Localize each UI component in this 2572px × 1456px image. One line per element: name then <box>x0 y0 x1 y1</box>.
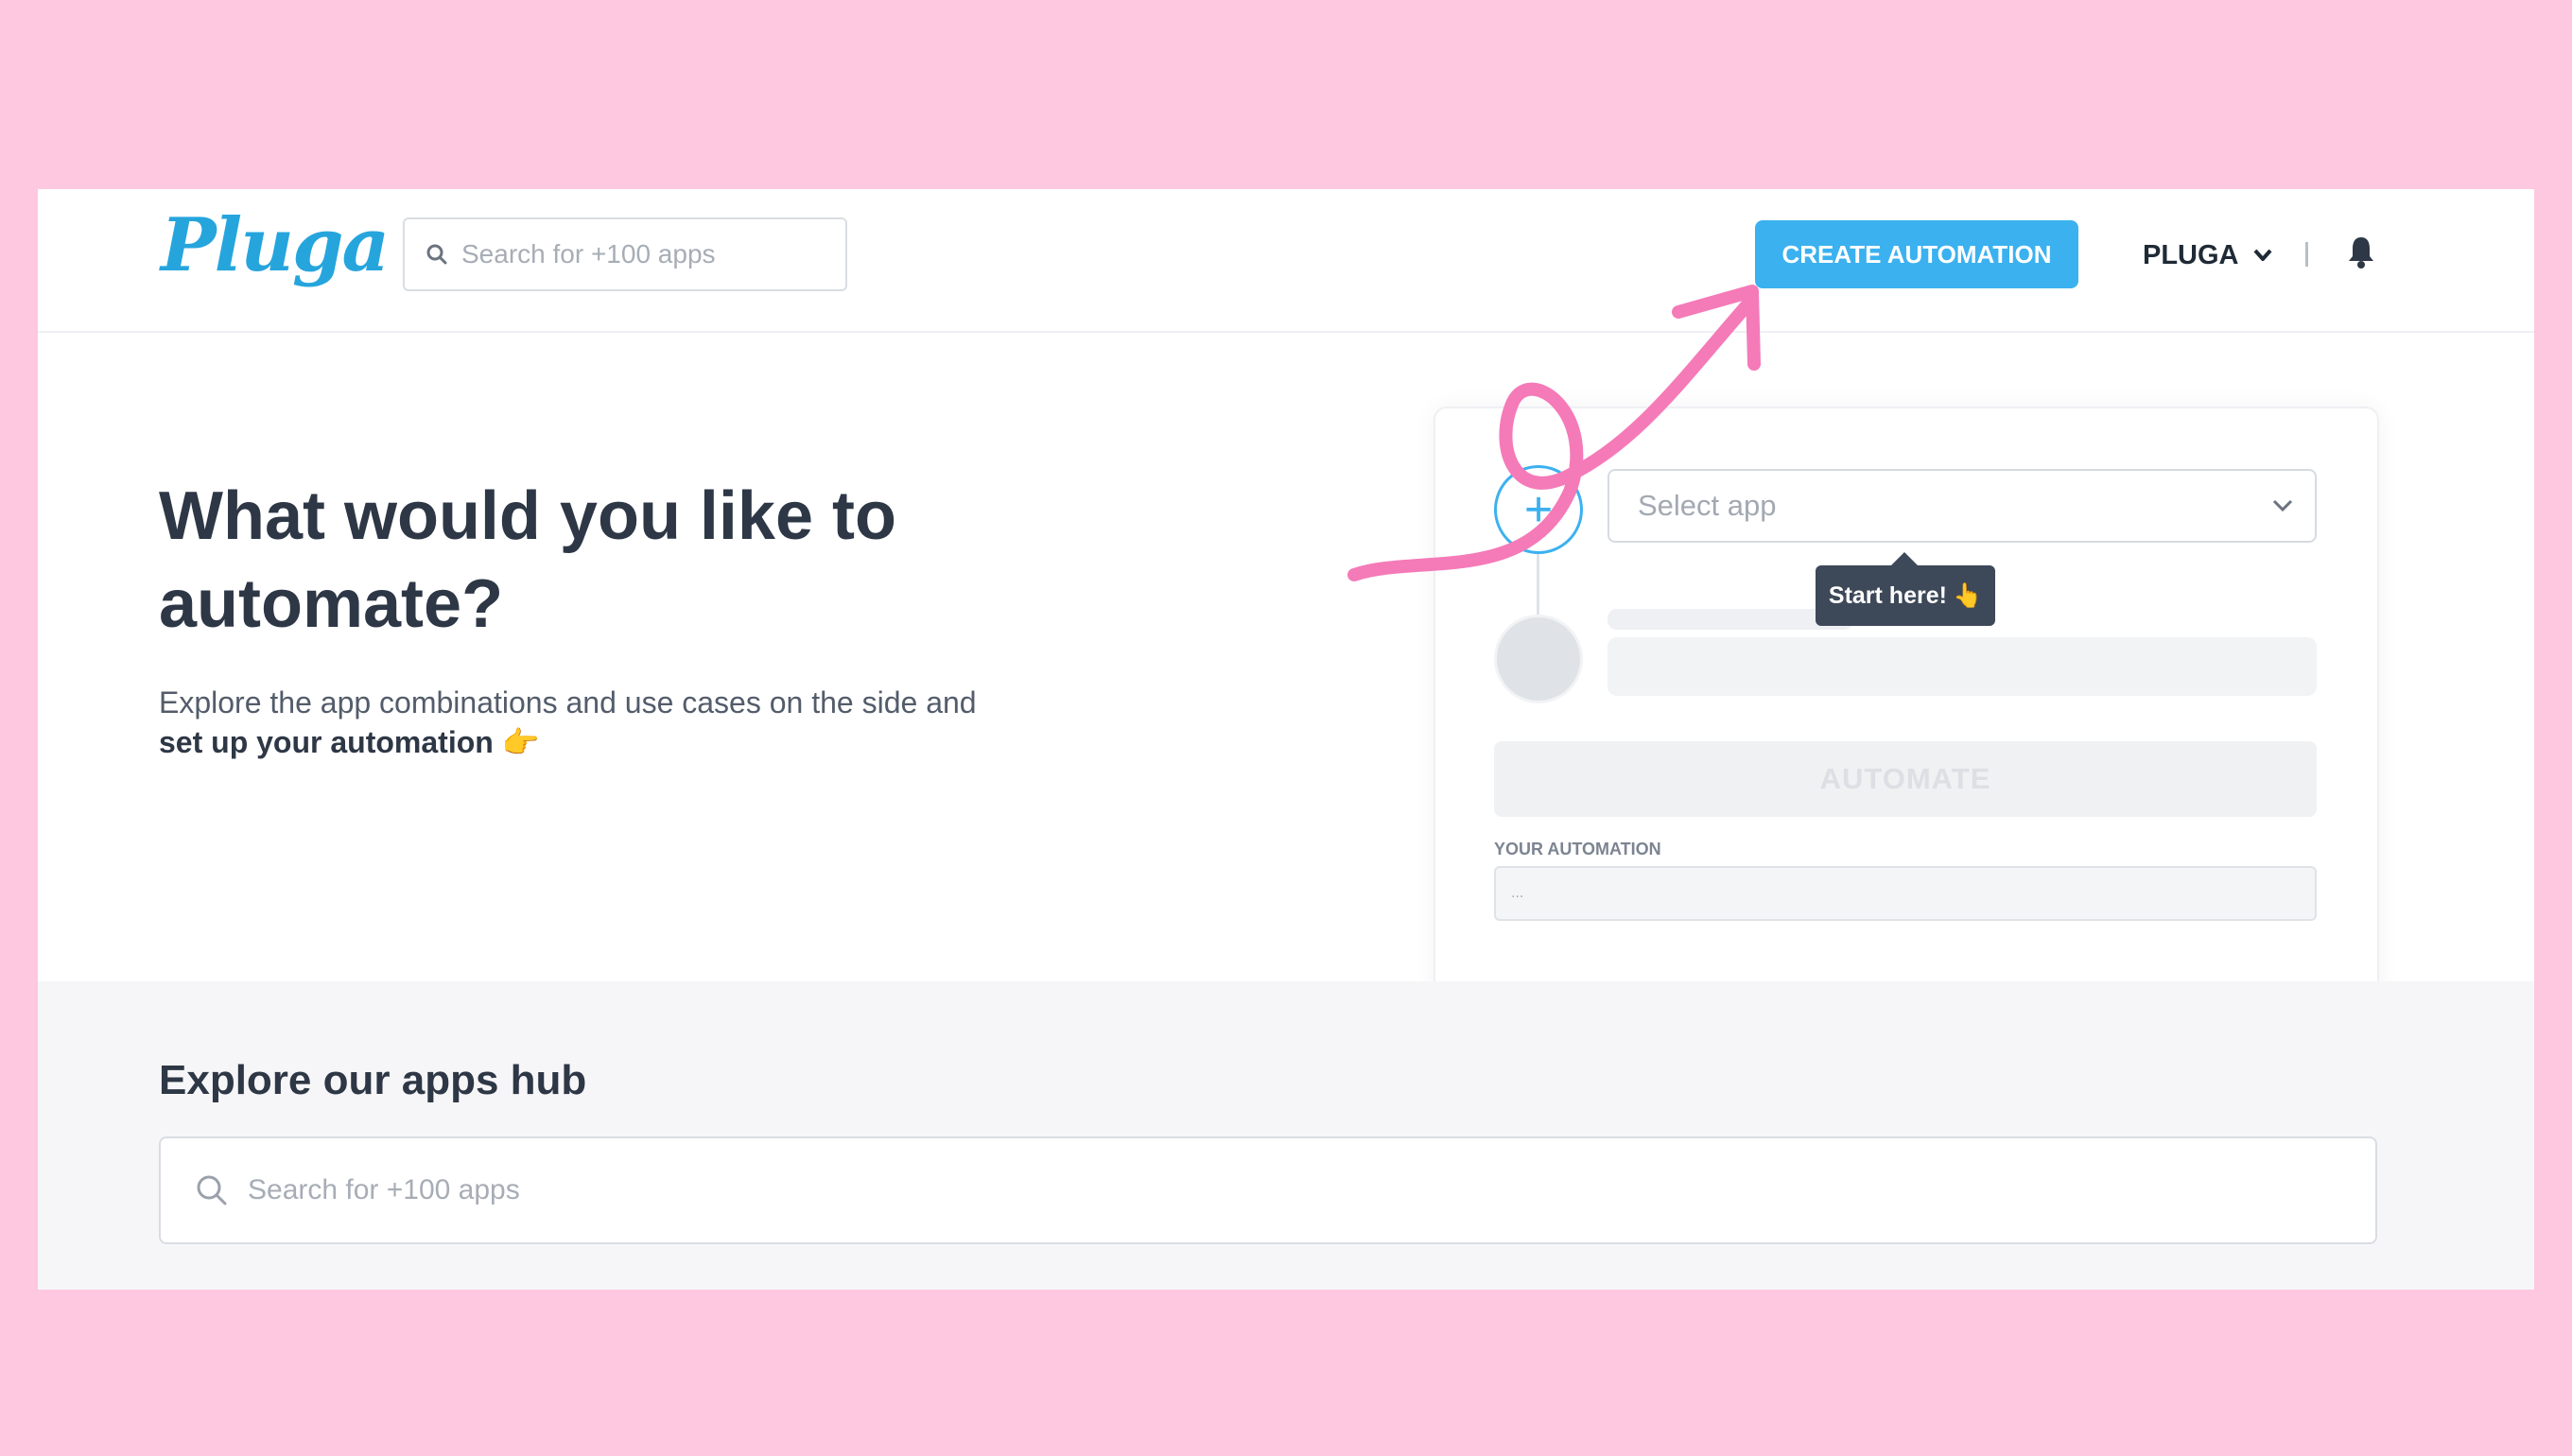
pointing-right-icon: 👉 <box>501 725 540 759</box>
pluga-logo[interactable]: Pluga <box>161 202 390 288</box>
create-automation-button[interactable]: CREATE AUTOMATION <box>1755 220 2078 288</box>
hero-description: Explore the app combinations and use cas… <box>159 683 1133 762</box>
app-window: Pluga Search for +100 apps CREATE AUTOMA… <box>38 189 2534 1290</box>
add-step-button[interactable]: + <box>1494 465 1583 554</box>
pointing-up-icon: 👆 <box>1952 581 1983 609</box>
chevron-down-icon <box>2253 249 2271 261</box>
apps-hub-search-input[interactable]: Search for +100 apps <box>159 1136 2377 1244</box>
chevron-down-icon <box>2272 499 2293 512</box>
search-icon <box>197 1175 227 1205</box>
select-app-dropdown[interactable]: Select app <box>1608 469 2317 543</box>
plus-icon: + <box>1523 482 1554 537</box>
your-automation-label: YOUR AUTOMATION <box>1494 840 1661 858</box>
search-icon <box>426 244 447 265</box>
hub-search-placeholder: Search for +100 apps <box>248 1174 520 1205</box>
tooltip-text: Start here! <box>1828 581 1947 609</box>
page-title: What would you like to automate? <box>159 478 896 642</box>
header-search-placeholder: Search for +100 apps <box>461 239 716 269</box>
select-app-placeholder: Select app <box>1638 489 1777 522</box>
top-header: Pluga Search for +100 apps CREATE AUTOMA… <box>38 189 2534 333</box>
header-divider <box>2305 242 2308 267</box>
next-step-placeholder <box>1494 615 1583 703</box>
start-here-tooltip: Start here! 👆 <box>1816 552 1995 626</box>
automate-button[interactable]: AUTOMATE <box>1494 741 2317 817</box>
step-connector <box>1537 554 1539 615</box>
hero-description-bold: set up your automation <box>159 725 494 759</box>
notifications-bell-icon[interactable] <box>2347 234 2375 273</box>
user-name: PLUGA <box>2143 239 2239 270</box>
your-automation-field[interactable]: ... <box>1494 866 2317 921</box>
hero-description-text: Explore the app combinations and use cas… <box>159 685 977 719</box>
skeleton-box <box>1608 637 2317 696</box>
header-search-input[interactable]: Search for +100 apps <box>403 217 847 291</box>
explore-section: Explore our apps hub Search for +100 app… <box>38 981 2534 1290</box>
explore-title: Explore our apps hub <box>159 1057 587 1103</box>
user-menu[interactable]: PLUGA <box>2143 236 2273 274</box>
